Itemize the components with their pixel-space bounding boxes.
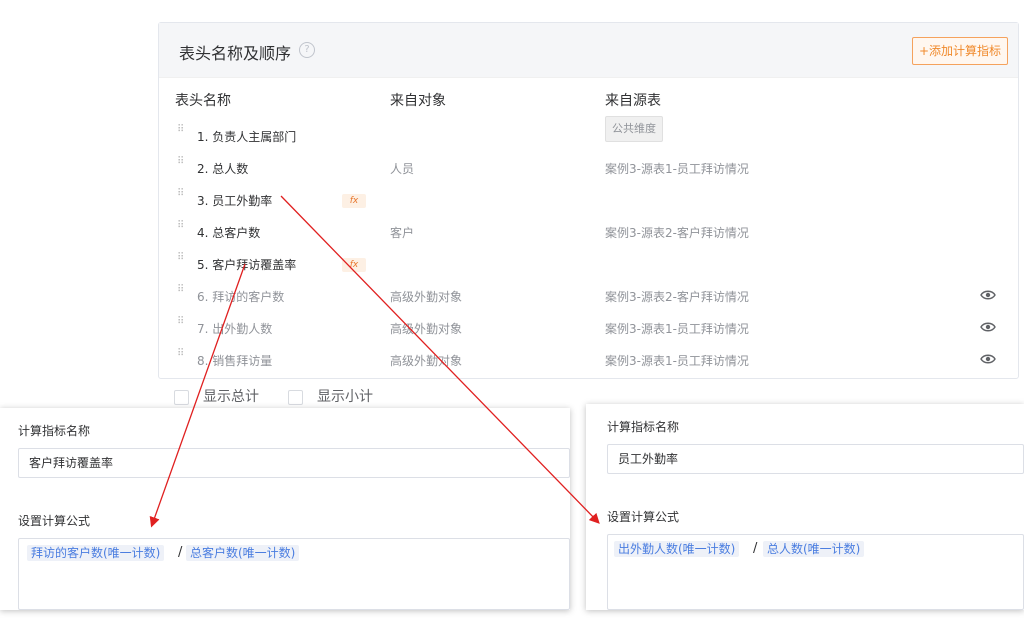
metric-name-input[interactable]: 客户拜访覆盖率: [18, 448, 570, 478]
formula-token[interactable]: 出外勤人数(唯一计数): [614, 541, 740, 557]
show-total-label: 显示总计: [203, 389, 259, 405]
table-row[interactable]: ⠿ 5. 客户拜访覆盖率 fx: [159, 249, 1018, 281]
eye-icon[interactable]: [980, 353, 996, 365]
drag-handle-icon[interactable]: ⠿: [177, 253, 185, 269]
formula-token[interactable]: 总客户数(唯一计数): [186, 545, 300, 561]
formula-editor[interactable]: 出外勤人数(唯一计数) / 总人数(唯一计数): [607, 534, 1024, 610]
table-row[interactable]: ⠿ 1. 负责人主属部门 公共维度: [159, 116, 1018, 153]
table-row[interactable]: ⠿ 2. 总人数 人员 案例3-源表1-员工拜访情况: [159, 153, 1018, 185]
drag-handle-icon[interactable]: ⠿: [177, 349, 185, 365]
show-subtotal-label: 显示小计: [317, 389, 373, 405]
row-object: 高级外勤对象: [390, 290, 463, 304]
eye-icon[interactable]: [980, 289, 996, 301]
panel-header: 表头名称及顺序 ? +添加计算指标: [159, 23, 1018, 78]
row-object: 高级外勤对象: [390, 354, 463, 368]
row-source: 案例3-源表1-员工拜访情况: [605, 322, 749, 336]
table-row[interactable]: ⠿ 7. 出外勤人数 高级外勤对象 案例3-源表1-员工拜访情况: [159, 313, 1018, 345]
row-object: 人员: [390, 162, 415, 176]
column-header-source: 来自源表: [605, 93, 661, 109]
drag-handle-icon[interactable]: ⠿: [177, 189, 185, 205]
table-row[interactable]: ⠿ 6. 拜访的客户数 高级外勤对象 案例3-源表2-客户拜访情况: [159, 281, 1018, 313]
row-name: 8. 销售拜访量: [197, 354, 273, 368]
drag-handle-icon[interactable]: ⠿: [177, 317, 185, 333]
show-subtotal-checkbox[interactable]: [288, 390, 303, 405]
formula-editor[interactable]: 拜访的客户数(唯一计数) / 总客户数(唯一计数): [18, 538, 570, 610]
metric-name-label: 计算指标名称: [18, 424, 91, 438]
row-source: 案例3-源表1-员工拜访情况: [605, 162, 749, 176]
formula-token[interactable]: 总人数(唯一计数): [763, 541, 865, 557]
metric-name-label: 计算指标名称: [607, 420, 680, 434]
table-row[interactable]: ⠿ 4. 总客户数 客户 案例3-源表2-客户拜访情况: [159, 217, 1018, 249]
drag-handle-icon[interactable]: ⠿: [177, 285, 185, 301]
help-icon[interactable]: ?: [299, 42, 315, 58]
drag-handle-icon[interactable]: ⠿: [177, 221, 185, 237]
panel-title: 表头名称及顺序: [179, 44, 292, 63]
row-name: 3. 员工外勤率: [197, 194, 273, 208]
table-row[interactable]: ⠿ 3. 员工外勤率 fx: [159, 185, 1018, 217]
row-name: 2. 总人数: [197, 162, 249, 176]
metric-name-input[interactable]: 员工外勤率: [607, 444, 1024, 474]
formula-label: 设置计算公式: [607, 510, 680, 524]
show-total-checkbox[interactable]: [174, 390, 189, 405]
header-config-panel: 表头名称及顺序 ? +添加计算指标 表头名称 来自对象 来自源表 ⠿ 1. 负责…: [158, 22, 1019, 379]
formula-fx-icon[interactable]: fx: [342, 258, 366, 272]
table-row[interactable]: ⠿ 8. 销售拜访量 高级外勤对象 案例3-源表1-员工拜访情况: [159, 345, 1018, 377]
row-source: 案例3-源表2-客户拜访情况: [605, 290, 749, 304]
column-header-object: 来自对象: [390, 93, 446, 109]
calc-metric-dialog-left: 计算指标名称 客户拜访覆盖率 设置计算公式 拜访的客户数(唯一计数) / 总客户…: [0, 408, 570, 610]
public-dimension-tag: 公共维度: [605, 116, 663, 142]
calc-metric-dialog-right: 计算指标名称 员工外勤率 设置计算公式 出外勤人数(唯一计数) / 总人数(唯一…: [586, 404, 1024, 610]
add-calculated-metric-button[interactable]: +添加计算指标: [911, 37, 1008, 65]
eye-icon[interactable]: [980, 321, 996, 333]
row-name: 1. 负责人主属部门: [197, 130, 297, 144]
formula-fx-icon[interactable]: fx: [342, 194, 366, 208]
drag-handle-icon[interactable]: ⠿: [177, 125, 185, 141]
row-object: 客户: [390, 226, 415, 240]
row-name: 7. 出外勤人数: [197, 322, 273, 336]
formula-operator: /: [753, 541, 758, 556]
row-name: 4. 总客户数: [197, 226, 261, 240]
row-name: 6. 拜访的客户数: [197, 290, 285, 304]
column-header-name: 表头名称: [175, 93, 231, 109]
row-source: 案例3-源表1-员工拜访情况: [605, 354, 749, 368]
formula-token[interactable]: 拜访的客户数(唯一计数): [27, 545, 165, 561]
row-source: 案例3-源表2-客户拜访情况: [605, 226, 749, 240]
row-name: 5. 客户拜访覆盖率: [197, 258, 297, 272]
formula-label: 设置计算公式: [18, 514, 91, 528]
row-object: 高级外勤对象: [390, 322, 463, 336]
drag-handle-icon[interactable]: ⠿: [177, 157, 185, 173]
formula-operator: /: [178, 545, 183, 560]
